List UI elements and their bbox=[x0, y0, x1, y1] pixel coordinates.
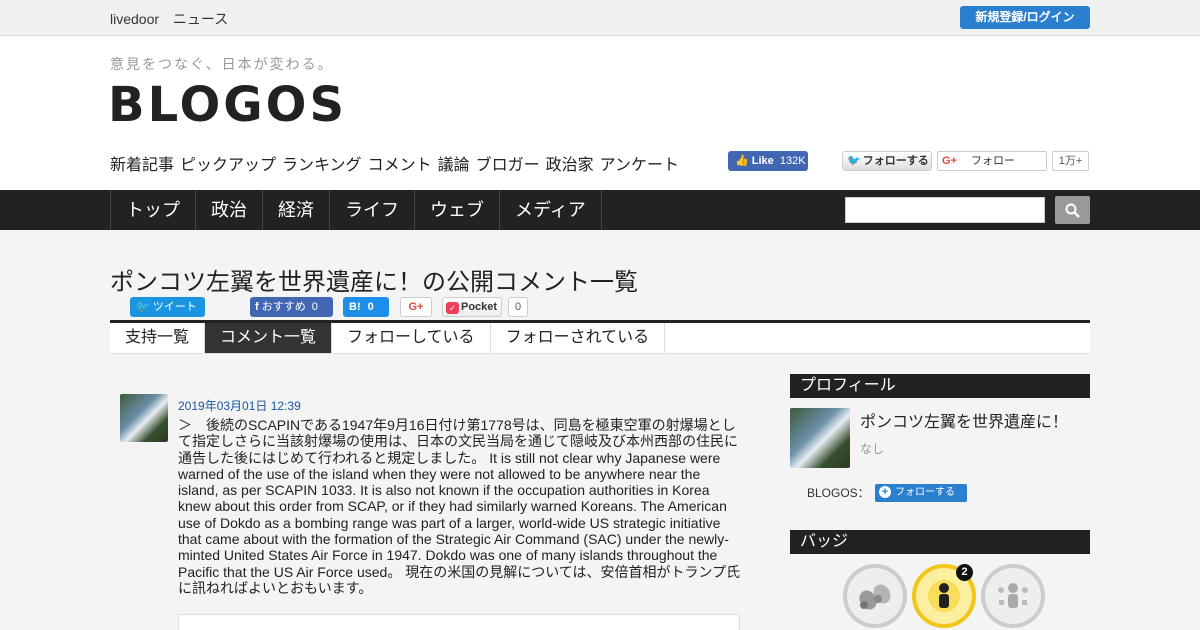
plus-icon: + bbox=[879, 486, 891, 498]
subnav-item-pickup[interactable]: ピックアップ bbox=[180, 151, 276, 175]
pocket-count: 0 bbox=[508, 297, 528, 317]
tab-bar: 支持一覧 コメント一覧 フォローしている フォローされている bbox=[110, 320, 1090, 354]
search-icon bbox=[1065, 203, 1080, 218]
brand-news[interactable]: ニュース bbox=[173, 11, 228, 27]
google-plus-share-button[interactable]: G+ bbox=[400, 297, 432, 317]
brand-livedoor[interactable]: livedoor bbox=[110, 11, 159, 27]
subnav-item-discussion[interactable]: 議論 bbox=[438, 151, 470, 175]
subnav-item-new[interactable]: 新着記事 bbox=[110, 151, 174, 175]
pocket-icon: ✓ bbox=[446, 302, 459, 314]
fb-share-label: おすすめ bbox=[261, 301, 306, 313]
tweet-label: ツイート bbox=[152, 301, 197, 313]
tab-comments[interactable]: コメント一覧 bbox=[205, 323, 333, 353]
binoculars-badge[interactable] bbox=[843, 564, 907, 628]
google-plus-follow-count: 1万+ bbox=[1052, 151, 1089, 171]
nav-item-media[interactable]: メディア bbox=[500, 190, 602, 230]
subnav-item-survey[interactable]: アンケート bbox=[600, 151, 679, 175]
sub-nav: 新着記事 ピックアップ ランキング コメント 議論 ブロガー 政治家 アンケート bbox=[110, 151, 679, 175]
nav-item-top[interactable]: トップ bbox=[111, 190, 196, 230]
profile-description: なし bbox=[860, 442, 885, 456]
nav-item-web[interactable]: ウェブ bbox=[415, 190, 500, 230]
search-input[interactable] bbox=[845, 197, 1045, 223]
comment-body: ＞ 後続のSCAPINである1947年9月16日付け第1778号は、同島を極東空… bbox=[178, 417, 741, 596]
hatena-count: 0 bbox=[367, 301, 374, 313]
tw-follow-label: フォローする bbox=[862, 155, 929, 167]
site-logo[interactable]: BLOGOS bbox=[108, 77, 347, 133]
nav-item-economy[interactable]: 経済 bbox=[263, 190, 330, 230]
blogos-label: BLOGOS： bbox=[807, 486, 870, 500]
main-nav-items: トップ 政治 経済 ライフ ウェブ メディア bbox=[110, 190, 602, 230]
hatena-bookmark-button[interactable]: B! 0 bbox=[343, 297, 389, 317]
badge-heading: バッジ bbox=[790, 530, 1090, 554]
follow-label: フォローする bbox=[895, 487, 955, 498]
follow-button[interactable]: + フォローする bbox=[875, 484, 967, 502]
site-header: 意見をつなぐ、日本が変わる。 BLOGOS 新着記事 ピックアップ ランキング … bbox=[0, 37, 1200, 190]
subnav-item-blogger[interactable]: ブロガー bbox=[476, 151, 540, 175]
twitter-bird-icon: 🐦 bbox=[136, 301, 150, 313]
nav-item-life[interactable]: ライフ bbox=[330, 190, 415, 230]
profile-name: ポンコツ左翼を世界遺産に！ bbox=[860, 414, 1069, 431]
tab-followers[interactable]: フォローされている bbox=[491, 323, 666, 353]
subnav-item-comment[interactable]: コメント bbox=[368, 151, 432, 175]
fb-like-count: 132K bbox=[779, 155, 806, 167]
profile-avatar bbox=[790, 408, 850, 468]
fb-like-label: Like bbox=[751, 155, 774, 167]
facebook-icon: f bbox=[255, 301, 259, 313]
login-button[interactable]: 新規登録/ログイン bbox=[960, 6, 1090, 29]
binoculars-icon bbox=[859, 584, 891, 610]
tagline: 意見をつなぐ、日本が変わる。 bbox=[110, 56, 334, 72]
comment-date[interactable]: 2019年03月01日 12:39 bbox=[178, 397, 301, 414]
gp-follow-label: フォロー bbox=[970, 155, 1015, 167]
comment-avatar[interactable] bbox=[120, 394, 168, 442]
tweet-button[interactable]: 🐦 ツイート bbox=[130, 297, 205, 317]
tab-supporters[interactable]: 支持一覧 bbox=[110, 323, 206, 353]
nav-item-politics[interactable]: 政治 bbox=[196, 190, 263, 230]
subnav-item-politician[interactable]: 政治家 bbox=[546, 151, 594, 175]
person-icon bbox=[928, 580, 960, 612]
pocket-button[interactable]: ✓ Pocket bbox=[442, 297, 502, 317]
page-title: ポンコツ左翼を世界遺産に！の公開コメント一覧 bbox=[110, 269, 638, 296]
profile-heading: プロフィール bbox=[790, 374, 1090, 398]
twitter-follow-button[interactable]: 🐦 フォローする bbox=[842, 151, 932, 171]
main-nav: トップ 政治 経済 ライフ ウェブ メディア bbox=[0, 190, 1200, 230]
tab-following[interactable]: フォローしている bbox=[332, 323, 491, 353]
social-badge[interactable] bbox=[981, 564, 1045, 628]
subnav-item-ranking[interactable]: ランキング bbox=[282, 151, 362, 175]
google-plus-icon: G+ bbox=[942, 155, 957, 167]
google-plus-follow-button[interactable]: G+ フォロー bbox=[937, 151, 1047, 171]
thumbs-up-icon: 👍 bbox=[735, 155, 749, 167]
facebook-share-button[interactable]: f おすすめ 0 bbox=[250, 297, 333, 317]
fb-share-count: 0 bbox=[311, 301, 318, 313]
pocket-label: Pocket bbox=[461, 301, 498, 313]
twitter-bird-icon: 🐦 bbox=[847, 155, 861, 167]
hatena-label: B! bbox=[349, 301, 361, 313]
facebook-like-button[interactable]: 👍 Like 132K bbox=[728, 151, 808, 171]
top-bar: livedoor ニュース 新規登録/ログイン bbox=[0, 0, 1200, 36]
share-buttons: 🐦 ツイート f おすすめ 0 B! 0 G+ ✓ Pocket 0 bbox=[0, 297, 1200, 317]
badge-count: 2 bbox=[956, 564, 973, 581]
brand[interactable]: livedoor ニュース bbox=[110, 9, 238, 29]
search-button[interactable] bbox=[1055, 196, 1090, 224]
social-person-icon bbox=[998, 583, 1028, 608]
comment-reference-box bbox=[178, 614, 740, 630]
